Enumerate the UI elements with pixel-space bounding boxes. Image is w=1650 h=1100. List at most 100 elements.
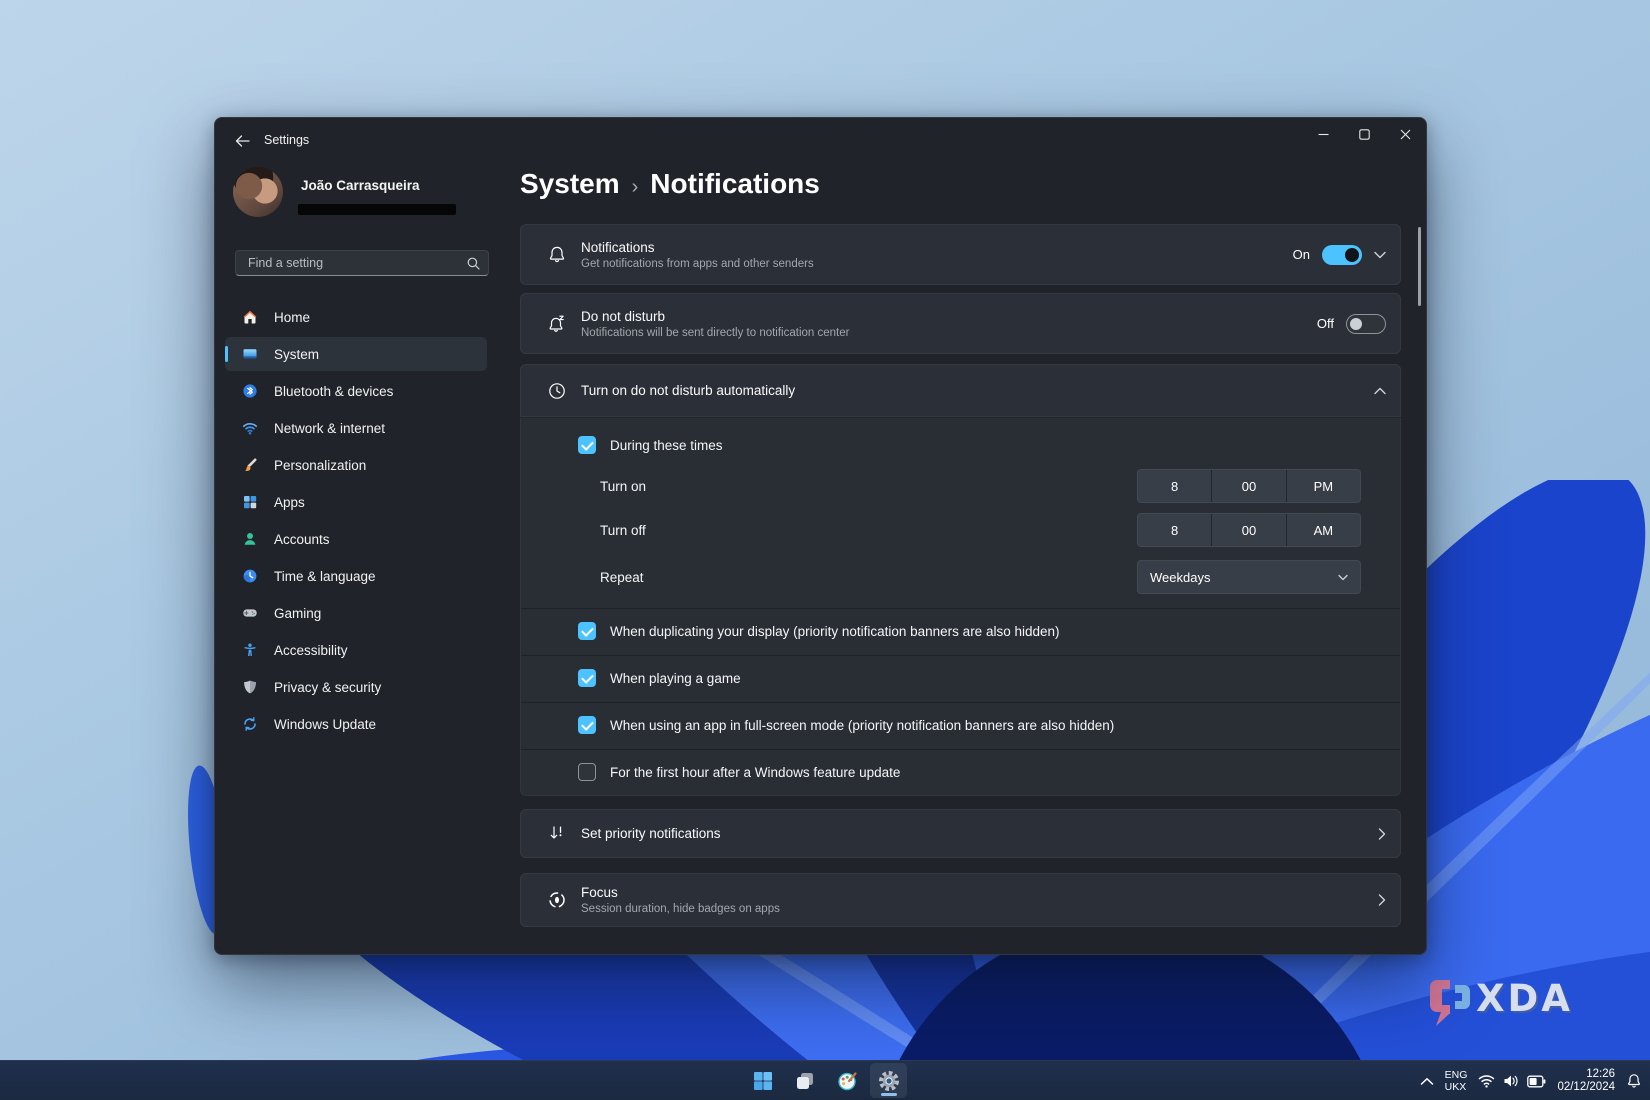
avatar[interactable] bbox=[233, 167, 283, 217]
minute-segment[interactable]: 00 bbox=[1212, 514, 1285, 546]
accounts-icon bbox=[242, 531, 258, 547]
sidebar-item-home[interactable]: Home bbox=[225, 300, 487, 334]
breadcrumb-parent[interactable]: System bbox=[520, 168, 620, 200]
sidebar-item-label: Apps bbox=[274, 495, 305, 510]
selected-indicator bbox=[225, 346, 228, 362]
system-tray[interactable] bbox=[1478, 1074, 1546, 1088]
desktop: XDA XDA Settings bbox=[0, 0, 1650, 1100]
checkbox-label: When using an app in full-screen mode (p… bbox=[610, 718, 1114, 733]
chevron-up-icon[interactable] bbox=[1374, 387, 1386, 395]
priority-notifications-card[interactable]: Set priority notifications bbox=[520, 809, 1401, 858]
option-row-game[interactable]: When playing a game bbox=[578, 669, 741, 687]
start-button[interactable] bbox=[744, 1063, 781, 1098]
hour-segment[interactable]: 8 bbox=[1138, 470, 1211, 502]
accessibility-icon bbox=[242, 642, 258, 658]
dnd-card[interactable]: Do not disturb Notifications will be sen… bbox=[520, 293, 1401, 354]
system-icon bbox=[242, 346, 258, 362]
option-row-duplicating[interactable]: When duplicating your display (priority … bbox=[578, 622, 1060, 640]
paint-app-button[interactable] bbox=[828, 1063, 865, 1098]
sidebar-item-gaming[interactable]: Gaming bbox=[225, 596, 487, 630]
sidebar-item-label: Bluetooth & devices bbox=[274, 384, 393, 399]
sidebar-item-label: Accounts bbox=[274, 532, 330, 547]
sidebar-item-network[interactable]: Network & internet bbox=[225, 411, 487, 445]
game-checkbox[interactable] bbox=[578, 669, 596, 687]
sidebar-item-label: Privacy & security bbox=[274, 680, 381, 695]
during-times-checkbox[interactable] bbox=[578, 436, 596, 454]
minute-segment[interactable]: 00 bbox=[1212, 470, 1285, 502]
period-segment[interactable]: AM bbox=[1287, 514, 1360, 546]
option-row-feature-update[interactable]: For the first hour after a Windows featu… bbox=[578, 763, 900, 781]
expander-title: Turn on do not disturb automatically bbox=[581, 383, 795, 398]
search-icon bbox=[467, 257, 480, 270]
card-title: Focus bbox=[581, 885, 780, 900]
sidebar-item-accessibility[interactable]: Accessibility bbox=[225, 633, 487, 667]
chevron-down-icon[interactable] bbox=[1374, 251, 1386, 259]
search-input[interactable] bbox=[246, 255, 467, 271]
sidebar-item-apps[interactable]: Apps bbox=[225, 485, 487, 519]
period-segment[interactable]: PM bbox=[1287, 470, 1360, 502]
bluetooth-icon bbox=[242, 383, 258, 399]
turn-off-time-picker[interactable]: 8 00 AM bbox=[1137, 513, 1361, 547]
dnd-toggle[interactable] bbox=[1346, 314, 1386, 334]
auto-dnd-expander-header[interactable]: Turn on do not disturb automatically bbox=[520, 364, 1401, 417]
sidebar-item-system[interactable]: System bbox=[225, 337, 487, 371]
fullscreen-checkbox[interactable] bbox=[578, 716, 596, 734]
sidebar-item-windows-update[interactable]: Windows Update bbox=[225, 707, 487, 741]
checkbox-label: When duplicating your display (priority … bbox=[610, 624, 1060, 639]
minimize-button[interactable] bbox=[1303, 118, 1344, 150]
sidebar-item-personalization[interactable]: Personalization bbox=[225, 448, 487, 482]
card-subtitle: Session duration, hide badges on apps bbox=[581, 903, 780, 915]
scrollbar[interactable] bbox=[1418, 227, 1421, 306]
sidebar-item-label: Personalization bbox=[274, 458, 366, 473]
sidebar-item-time-language[interactable]: Time & language bbox=[225, 559, 487, 593]
maximize-button[interactable] bbox=[1344, 118, 1385, 150]
network-icon bbox=[242, 420, 258, 436]
profile-name: João Carrasqueira bbox=[301, 178, 420, 193]
xda-watermark: XDA XDA bbox=[1424, 972, 1604, 1032]
search-box[interactable] bbox=[235, 250, 489, 276]
notifications-card[interactable]: Notifications Get notifications from app… bbox=[520, 224, 1401, 285]
feature-update-checkbox[interactable] bbox=[578, 763, 596, 781]
option-row-fullscreen[interactable]: When using an app in full-screen mode (p… bbox=[578, 716, 1114, 734]
redacted-email bbox=[298, 204, 456, 215]
hour-segment[interactable]: 8 bbox=[1138, 514, 1211, 546]
windows-update-icon bbox=[242, 716, 258, 732]
auto-dnd-expander-body: During these times Turn on 8 00 PM Turn … bbox=[520, 418, 1401, 796]
sidebar-item-privacy[interactable]: Privacy & security bbox=[225, 670, 487, 704]
task-view-icon bbox=[795, 1071, 815, 1091]
windows-start-icon bbox=[753, 1071, 773, 1091]
apps-icon bbox=[242, 494, 258, 510]
turn-on-time-picker[interactable]: 8 00 PM bbox=[1137, 469, 1361, 503]
close-button[interactable] bbox=[1385, 118, 1426, 150]
duplicating-checkbox[interactable] bbox=[578, 622, 596, 640]
repeat-dropdown[interactable]: Weekdays bbox=[1137, 560, 1361, 594]
date: 02/12/2024 bbox=[1557, 1081, 1615, 1095]
repeat-label: Repeat bbox=[600, 570, 644, 585]
chevron-down-icon bbox=[1338, 574, 1348, 581]
tray-chevron-up-icon[interactable] bbox=[1420, 1077, 1434, 1086]
clock[interactable]: 12:26 02/12/2024 bbox=[1557, 1068, 1615, 1095]
task-view-button[interactable] bbox=[786, 1063, 823, 1098]
back-arrow-icon bbox=[235, 135, 250, 147]
sidebar-item-label: Network & internet bbox=[274, 421, 385, 436]
notifications-toggle[interactable] bbox=[1322, 245, 1362, 265]
checkbox-label: For the first hour after a Windows featu… bbox=[610, 765, 900, 780]
volume-icon bbox=[1503, 1074, 1519, 1088]
focus-card[interactable]: Focus Session duration, hide badges on a… bbox=[520, 873, 1401, 927]
priority-icon bbox=[547, 824, 567, 844]
battery-icon bbox=[1527, 1075, 1546, 1088]
sidebar-item-label: Gaming bbox=[274, 606, 321, 621]
language-indicator[interactable]: ENG UKX bbox=[1445, 1069, 1468, 1093]
maximize-icon bbox=[1359, 129, 1370, 140]
privacy-icon bbox=[242, 679, 258, 695]
settings-gear-icon bbox=[877, 1069, 901, 1093]
back-button[interactable] bbox=[225, 127, 259, 155]
card-subtitle: Notifications will be sent directly to n… bbox=[581, 327, 849, 339]
settings-app-button[interactable] bbox=[870, 1063, 907, 1098]
close-icon bbox=[1400, 129, 1411, 140]
notification-bell-icon[interactable] bbox=[1626, 1073, 1642, 1089]
checkbox-label: During these times bbox=[610, 438, 723, 453]
sidebar-item-accounts[interactable]: Accounts bbox=[225, 522, 487, 556]
sidebar-item-bluetooth[interactable]: Bluetooth & devices bbox=[225, 374, 487, 408]
during-times-row[interactable]: During these times bbox=[578, 436, 723, 454]
